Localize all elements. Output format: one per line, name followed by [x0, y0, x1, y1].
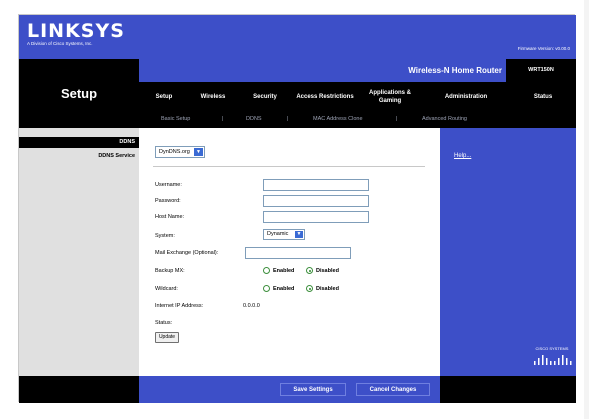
wildcard-disabled-label: Disabled — [316, 286, 339, 292]
backup-mx-disabled-radio[interactable] — [306, 267, 313, 274]
tab-applications-gaming[interactable]: Applications & Gaming — [359, 82, 421, 112]
mail-exchange-field[interactable] — [245, 247, 351, 259]
username-field[interactable] — [263, 179, 369, 191]
hostname-field[interactable] — [263, 211, 369, 223]
subtab-separator: | — [287, 116, 289, 122]
password-label: Password: — [155, 198, 181, 204]
tab-administration[interactable]: Administration — [425, 82, 507, 112]
subtab-advanced-routing[interactable]: Advanced Routing — [422, 115, 467, 124]
system-value: Dynamic — [267, 231, 289, 237]
system-label: System: — [155, 233, 175, 239]
tab-access-restrictions[interactable]: Access Restrictions — [295, 82, 355, 112]
right-panel: Help... CISCO SYSTEMS — [440, 128, 576, 376]
main-content: DynDNS.org ▼ Username: Password: Host Na… — [139, 128, 440, 376]
help-link[interactable]: Help... — [454, 152, 471, 160]
product-name: Wireless-N Home Router — [408, 66, 502, 75]
backup-mx-label: Backup MX: — [155, 268, 185, 274]
footer-button-area: Save Settings Cancel Changes — [139, 376, 440, 403]
window-scrollbar[interactable] — [584, 0, 589, 419]
ddns-service-select[interactable]: DynDNS.org ▼ — [155, 146, 205, 158]
status-label: Status: — [155, 320, 173, 326]
logo-bar: LINKSYS A Division of Cisco Systems, Inc… — [19, 15, 576, 59]
cancel-changes-button[interactable]: Cancel Changes — [356, 383, 430, 396]
wildcard-enabled-label: Enabled — [273, 286, 295, 292]
wildcard-disabled-radio[interactable] — [306, 285, 313, 292]
left-heading: DDNS — [19, 137, 139, 148]
model-number: WRT150N — [506, 59, 576, 82]
divider — [153, 166, 425, 167]
subtab-separator: | — [222, 116, 224, 122]
internet-ip-label: Internet IP Address: — [155, 303, 204, 309]
subtab-basic-setup[interactable]: Basic Setup — [161, 115, 190, 124]
tab-setup[interactable]: Setup — [143, 82, 185, 112]
browser-frame: LINKSYS A Division of Cisco Systems, Inc… — [0, 0, 589, 419]
username-label: Username: — [155, 182, 182, 188]
subtab-mac-address-clone[interactable]: MAC Address Clone — [313, 115, 363, 124]
section-title: Setup — [60, 86, 98, 101]
linksys-logo: LINKSYS — [27, 20, 125, 42]
sub-tabs: Basic Setup | DDNS | MAC Address Clone |… — [139, 112, 576, 128]
ddns-service-value: DynDNS.org — [159, 149, 190, 155]
router-page: LINKSYS A Division of Cisco Systems, Inc… — [18, 14, 576, 403]
ddns-service-label: DDNS Service — [98, 153, 135, 159]
subtab-ddns[interactable]: DDNS — [246, 115, 262, 124]
main-tabs: Setup Wireless Security Access Restricti… — [139, 82, 576, 112]
save-settings-button[interactable]: Save Settings — [280, 383, 346, 396]
subtab-separator: | — [396, 116, 398, 122]
tab-status[interactable]: Status — [513, 82, 573, 112]
password-field[interactable] — [263, 195, 369, 207]
cisco-bridge-icon — [534, 355, 572, 365]
firmware-version: Firmware Version: v0.00.0 — [517, 46, 570, 51]
cisco-logo: CISCO SYSTEMS — [530, 346, 574, 370]
hostname-label: Host Name: — [155, 214, 185, 220]
mail-exchange-label: Mail Exchange (Optional): — [155, 250, 219, 256]
product-bar: Wireless-N Home Router WRT150N — [139, 59, 576, 82]
tab-security[interactable]: Security — [239, 82, 291, 112]
logo-subtitle: A Division of Cisco Systems, Inc. — [27, 41, 93, 46]
cisco-logo-text: CISCO SYSTEMS — [535, 346, 569, 351]
system-select[interactable]: Dynamic ▼ — [263, 229, 305, 240]
internet-ip-value: 0.0.0.0 — [243, 303, 260, 309]
backup-mx-enabled-radio[interactable] — [263, 267, 270, 274]
backup-mx-enabled-label: Enabled — [273, 268, 295, 274]
tab-wireless[interactable]: Wireless — [189, 82, 237, 112]
wildcard-enabled-radio[interactable] — [263, 285, 270, 292]
wildcard-label: Wildcard: — [155, 286, 178, 292]
backup-mx-disabled-label: Disabled — [316, 268, 339, 274]
update-button[interactable]: Update — [155, 332, 179, 343]
chevron-down-icon: ▼ — [295, 231, 303, 238]
chevron-down-icon: ▼ — [194, 148, 203, 156]
left-panel: DDNS DDNS Service — [19, 128, 139, 376]
